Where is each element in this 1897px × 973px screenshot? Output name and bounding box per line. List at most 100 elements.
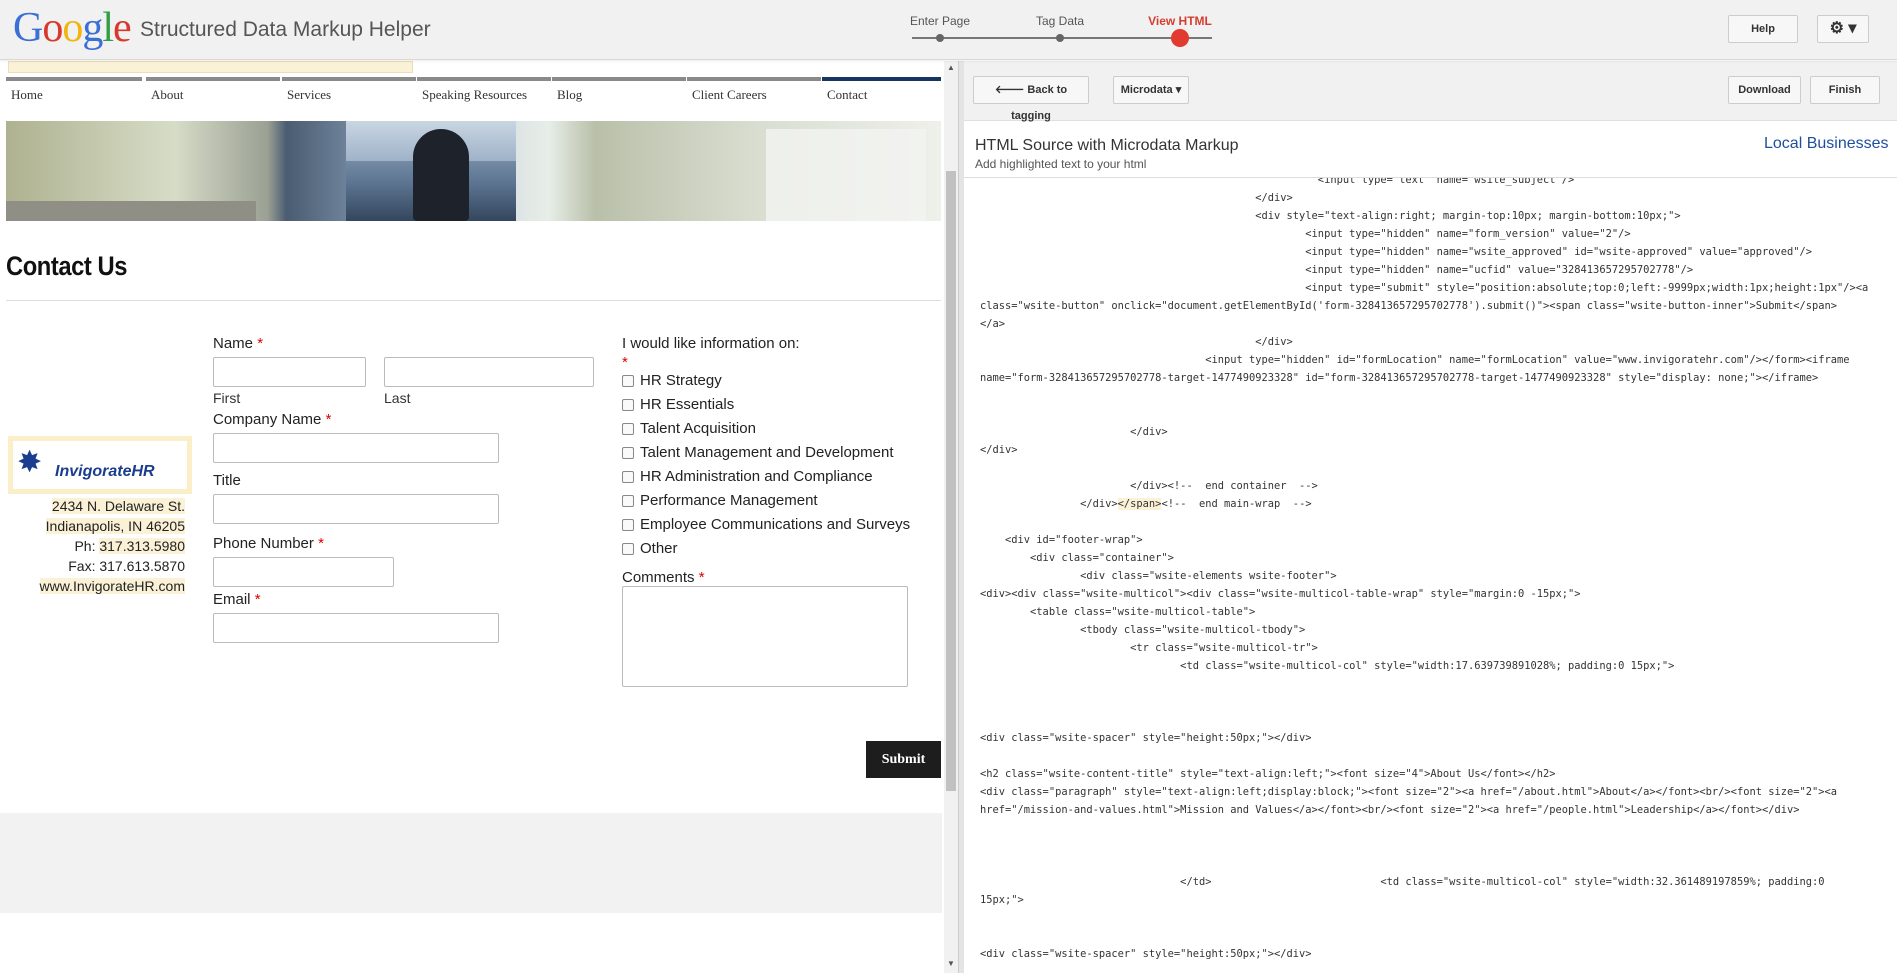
logo-star-icon: ✸ [17, 446, 43, 479]
last-name-input[interactable] [384, 357, 594, 387]
step-view-html[interactable]: View HTML [1120, 14, 1240, 47]
checkbox[interactable] [622, 543, 634, 555]
scroll-up-icon[interactable]: ▲ [947, 63, 955, 72]
microdata-dropdown[interactable]: Microdata ▾ [1113, 76, 1189, 104]
email-input[interactable] [213, 613, 499, 643]
code-line: <input type="submit" style="position:abs… [980, 282, 1869, 294]
code-line: <div class="wsite-spacer" style="height:… [980, 732, 1312, 744]
email-label: Email * [213, 591, 261, 608]
comments-textarea[interactable] [622, 586, 908, 687]
phone: Ph: 317.313.5980 [74, 538, 185, 554]
code-line: <td class="wsite-multicol-col" style="wi… [980, 660, 1675, 672]
code-view[interactable]: <input type="text" name="wsite_subject"/… [964, 177, 1897, 973]
step-tag-data[interactable]: Tag Data [1000, 14, 1120, 42]
first-label: First [213, 390, 241, 406]
checkbox[interactable] [622, 471, 634, 483]
checkbox[interactable] [622, 375, 634, 387]
first-name-input[interactable] [213, 357, 366, 387]
logo-letter: o [42, 5, 63, 51]
info-label: I would like information on: [622, 335, 800, 352]
name-label: Name * [213, 335, 264, 352]
address-street: 2434 N. Delaware St. [51, 498, 185, 514]
logo-letter: G [13, 5, 43, 51]
last-label: Last [384, 390, 411, 406]
comments-label: Comments * [622, 569, 705, 586]
code-line: <div><div class="wsite-multicol"><div cl… [980, 588, 1581, 600]
code-line: <div class="container"> [980, 552, 1174, 564]
code-line: class="wsite-button" onclick="document.g… [980, 300, 1838, 312]
title-input[interactable] [213, 494, 499, 524]
code-line: <div class="wsite-elements wsite-footer"… [980, 570, 1337, 582]
code-line: </div> [980, 444, 1018, 456]
address-city: Indianapolis, IN 46205 [45, 518, 185, 534]
step-label: Tag Data [1035, 14, 1085, 28]
code-line: <tbody class="wsite-multicol-tbody"> [980, 624, 1306, 636]
phone-input[interactable] [213, 557, 394, 587]
code-line: <tr class="wsite-multicol-tr"> [980, 642, 1318, 654]
code-line: </div> [980, 192, 1293, 204]
code-line: <h2 class="wsite-content-title" style="t… [980, 768, 1556, 780]
step-enter-page[interactable]: Enter Page [880, 14, 1000, 42]
panel-toolbar: 🡐 Back to tagging Microdata ▾ Download F… [964, 61, 1897, 122]
checkbox[interactable] [622, 495, 634, 507]
nav-services[interactable]: Services [282, 77, 416, 102]
logo-letter: g [82, 5, 103, 51]
schema-type-link[interactable]: Local Businesses [1764, 135, 1889, 153]
nav-client-careers[interactable]: Client Careers [687, 77, 821, 102]
code-line: <div id="footer-wrap"> [980, 534, 1143, 546]
scroll-down-icon[interactable]: ▼ [947, 959, 955, 968]
logo-letter: l [102, 5, 114, 51]
step-dot [1056, 34, 1064, 42]
gear-icon[interactable]: ⚙ ▾ [1817, 15, 1869, 43]
banner-image [6, 121, 941, 221]
code-line: </div></span><!-- end main-wrap --> [980, 498, 1312, 510]
nav-contact[interactable]: Contact [822, 77, 941, 102]
back-to-tagging-button[interactable]: 🡐 Back to tagging [973, 76, 1089, 122]
code-line: <table class="wsite-multicol-table"> [980, 606, 1256, 618]
logo-letter: e [113, 5, 132, 51]
code-line: <input type="hidden" name="form_version"… [980, 228, 1631, 240]
code-line: <input type="hidden" name="ucfid" value=… [980, 264, 1694, 276]
company-logo: ✸ InvigorateHR [8, 436, 192, 494]
code-line: </div> [980, 426, 1168, 438]
code-line: name="form-328413657295702778-target-147… [980, 372, 1819, 384]
submit-button[interactable]: Submit [866, 741, 941, 778]
nav-about[interactable]: About [146, 77, 280, 102]
nav-blog[interactable]: Blog [552, 77, 686, 102]
preview-scrollbar[interactable]: ▲ ▼ [944, 61, 958, 973]
company-input[interactable] [213, 433, 499, 463]
logo-brand: InvigorateHR [55, 463, 155, 480]
company-label: Company Name * [213, 411, 332, 428]
source-title: HTML Source with Microdata Markup [975, 137, 1239, 154]
checkbox[interactable] [622, 423, 634, 435]
website-link[interactable]: www.InvigorateHR.com [8, 576, 185, 596]
banner-desk [6, 201, 256, 221]
header-highlight [8, 61, 413, 73]
checkbox[interactable] [622, 519, 634, 531]
divider [6, 300, 941, 301]
page-preview: Home About Services Speaking Resources B… [0, 61, 942, 973]
nav-home[interactable]: Home [6, 77, 142, 102]
code-line: <div class="paragraph" style="text-align… [980, 786, 1838, 798]
scrollbar-thumb[interactable] [946, 171, 956, 791]
logo-letter: o [62, 5, 83, 51]
finish-button[interactable]: Finish [1810, 76, 1880, 104]
nav-speaking-resources[interactable]: Speaking Resources [417, 77, 551, 102]
required-mark: * [622, 354, 628, 371]
help-button[interactable]: Help [1728, 15, 1798, 43]
code-line: </td> <td class="wsite-multicol-col" sty… [980, 876, 1825, 888]
checkbox[interactable] [622, 447, 634, 459]
checkbox[interactable] [622, 399, 634, 411]
source-subtitle: Add highlighted text to your html [975, 157, 1147, 171]
code-line: 15px;"> [980, 894, 1024, 906]
download-button[interactable]: Download [1728, 76, 1801, 104]
